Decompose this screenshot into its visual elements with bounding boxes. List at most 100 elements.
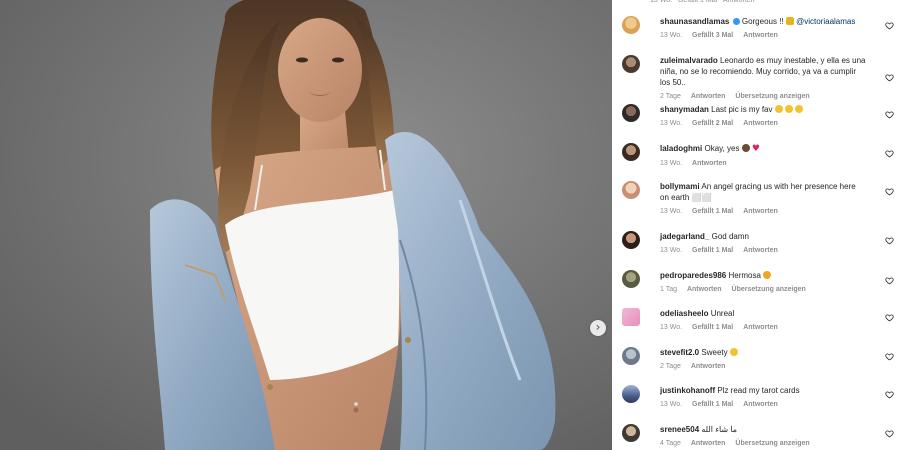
comment-item: pedroparedes986 Hermosa 1 Tag Antworten … — [612, 270, 900, 294]
heart-outline-icon[interactable] — [885, 187, 894, 196]
avatar[interactable] — [622, 270, 640, 288]
avatar[interactable] — [622, 385, 640, 403]
comment-text: Okay, yes — [704, 144, 740, 153]
comment-text: Last pic is my fav — [711, 105, 773, 114]
comment-username[interactable]: srenee504 — [660, 425, 699, 434]
comment-time: 13 Wo. — [660, 120, 683, 127]
translate-button[interactable]: Übersetzung anzeigen — [735, 440, 809, 447]
comment-item: zuleimalvarado Leonardo es muy inestable… — [612, 55, 900, 101]
smile-emoji-icon — [729, 348, 738, 356]
next-photo-button[interactable]: › — [590, 320, 606, 336]
heart-outline-icon[interactable] — [885, 276, 894, 285]
heart-outline-icon[interactable] — [885, 149, 894, 158]
comment-time: 4 Tage — [660, 440, 681, 447]
translate-button[interactable]: Übersetzung anzeigen — [735, 93, 809, 100]
grin-emoji-icon — [784, 105, 793, 113]
comment-username[interactable]: stevefit2.0 — [660, 348, 699, 357]
comment-item: srenee504 ما شاء الله 4 Tage Antworten Ü… — [612, 424, 900, 448]
comment-username[interactable]: pedroparedes986 — [660, 271, 726, 280]
heart-outline-icon[interactable] — [885, 110, 894, 119]
comment-likes[interactable]: Gefällt 1 Mal — [692, 324, 733, 331]
grin-emoji-icon — [774, 105, 783, 113]
heart-outline-icon[interactable] — [885, 21, 894, 30]
reply-button[interactable]: Antworten — [743, 208, 778, 215]
comment-likes[interactable]: Gefällt 1 Mal — [692, 401, 733, 408]
comment-username[interactable]: justinkohanoff — [660, 386, 715, 395]
comment-text: Hermosa — [728, 271, 761, 280]
heart-outline-icon[interactable] — [885, 352, 894, 361]
reply-button[interactable]: Antworten — [691, 440, 726, 447]
comment-item: bollymami An angel gracing us with her p… — [612, 181, 900, 216]
comment-time: 13 Wo. — [660, 32, 683, 39]
reply-button[interactable]: Antworten — [743, 32, 778, 39]
heart-outline-icon[interactable] — [885, 73, 894, 82]
comment-text: Unreal — [710, 309, 735, 318]
avatar[interactable] — [622, 424, 640, 442]
comment-item: stevefit2.0 Sweety 2 Tage Antworten — [612, 347, 900, 371]
comment-time: 2 Tage — [660, 363, 681, 370]
previous-comment-meta-cutoff: 13 Wo. Gefällt 1 Mal Antworten — [650, 0, 755, 4]
comment-time: 13 Wo. — [660, 247, 683, 254]
comment-item: justinkohanoff Plz read my tarot cards 1… — [612, 385, 900, 409]
comment-username[interactable]: odeliasheelo — [660, 309, 708, 318]
heart-eyes-emoji-icon — [763, 271, 772, 279]
comment-likes[interactable]: Gefällt 2 Mal — [692, 120, 733, 127]
comment-item: shanymadan Last pic is my fav 13 Wo. Gef… — [612, 104, 900, 128]
comment-time: 13 Wo. — [660, 208, 683, 215]
comment-username[interactable]: laladoghmi — [660, 144, 702, 153]
comment-username[interactable]: shaunasandlamas — [660, 17, 729, 26]
heart-outline-icon[interactable] — [885, 390, 894, 399]
avatar[interactable] — [622, 308, 640, 326]
chevron-right-icon: › — [595, 320, 601, 334]
avatar[interactable] — [622, 55, 640, 73]
comment-time: 2 Tage — [660, 93, 681, 100]
grin-emoji-icon — [795, 105, 804, 113]
comment-item: jadegarland_ God damn 13 Wo. Gefällt 1 M… — [612, 231, 900, 255]
comment-text: ما شاء الله — [701, 425, 738, 434]
comment-likes[interactable]: Gefällt 1 Mal — [692, 208, 733, 215]
comment-time: 13 Wo. — [660, 401, 683, 408]
heart-outline-icon[interactable] — [885, 429, 894, 438]
post-photo[interactable]: › — [0, 0, 612, 450]
face-emoji-icon — [741, 144, 750, 152]
comment-text: Plz read my tarot cards — [717, 386, 800, 395]
avatar[interactable] — [622, 104, 640, 122]
comment-likes[interactable]: Gefällt 1 Mal — [692, 247, 733, 254]
red-heart-emoji-icon: ♥ — [751, 144, 760, 154]
reply-button[interactable]: Antworten — [692, 160, 727, 167]
comment-username[interactable]: bollymami — [660, 182, 700, 191]
comment-item: odeliasheelo Unreal 13 Wo. Gefällt 1 Mal… — [612, 308, 900, 332]
comment-item: laladoghmi Okay, yes ♥ 13 Wo. Antworten — [612, 143, 900, 168]
reply-button[interactable]: Antworten — [743, 247, 778, 254]
comment-item: shaunasandlamas Gorgeous !! @victoriaala… — [612, 16, 900, 40]
translate-button[interactable]: Übersetzung anzeigen — [732, 286, 806, 293]
reply-button[interactable]: Antworten — [691, 93, 726, 100]
reply-button[interactable]: Antworten — [743, 401, 778, 408]
heart-outline-icon[interactable] — [885, 313, 894, 322]
comment-text: God damn — [711, 232, 749, 241]
avatar[interactable] — [622, 16, 640, 34]
post-photo-illustration — [0, 0, 612, 450]
comment-text: Gorgeous !! — [741, 17, 786, 26]
reply-button[interactable]: Antworten — [687, 286, 722, 293]
mention-link[interactable]: @victoriaalamas — [796, 17, 855, 26]
avatar[interactable] — [622, 347, 640, 365]
avatar[interactable] — [622, 181, 640, 199]
comment-username[interactable]: jadegarland_ — [660, 232, 709, 241]
comments-panel[interactable]: 13 Wo. Gefällt 1 Mal Antworten shaunasan… — [612, 0, 900, 450]
comment-time: 13 Wo. — [660, 324, 683, 331]
reply-button[interactable]: Antworten — [743, 120, 778, 127]
comment-username[interactable]: shanymadan — [660, 105, 709, 114]
comment-likes[interactable]: Gefällt 3 Mal — [692, 32, 733, 39]
reply-button[interactable]: Antworten — [691, 363, 726, 370]
comment-time: 1 Tag — [660, 286, 677, 293]
avatar[interactable] — [622, 143, 640, 161]
comment-username[interactable]: zuleimalvarado — [660, 56, 718, 65]
verified-badge-icon — [732, 17, 740, 25]
comment-text: Sweety — [701, 348, 728, 357]
bee-emoji-icon — [785, 17, 794, 25]
heart-outline-icon[interactable] — [885, 236, 894, 245]
avatar[interactable] — [622, 231, 640, 249]
comment-time: 13 Wo. — [660, 160, 683, 167]
reply-button[interactable]: Antworten — [743, 324, 778, 331]
